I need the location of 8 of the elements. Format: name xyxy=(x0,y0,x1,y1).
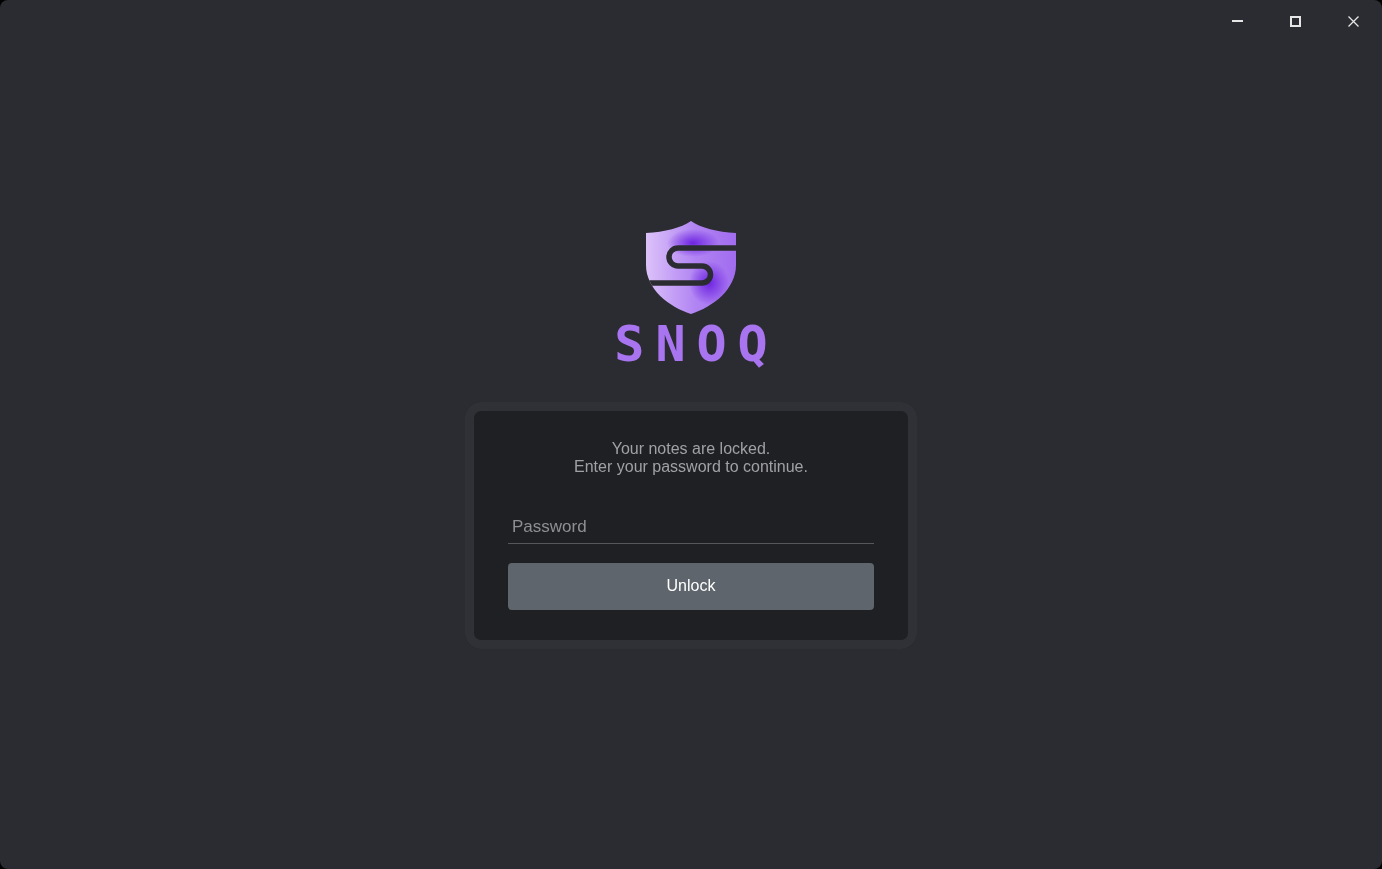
logo-wordmark: SNOQ xyxy=(614,321,779,366)
unlock-button[interactable]: Unlock xyxy=(508,562,874,610)
close-icon xyxy=(1347,15,1359,27)
maximize-icon xyxy=(1289,15,1301,27)
lock-message: Your notes are locked. xyxy=(611,439,771,458)
minimize-icon xyxy=(1231,20,1243,22)
password-field[interactable]: Password xyxy=(508,507,874,544)
lock-message: Enter your password to continue. xyxy=(574,457,808,476)
